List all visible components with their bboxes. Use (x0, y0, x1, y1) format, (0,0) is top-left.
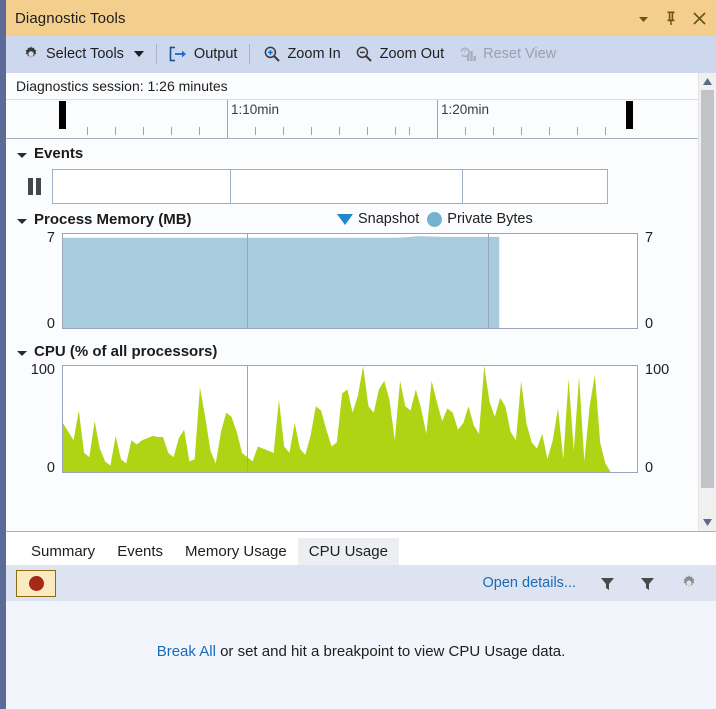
timeline-marker-end[interactable] (626, 101, 633, 129)
cpu-plot[interactable] (62, 365, 638, 473)
zoom-in-icon (262, 45, 281, 64)
cpu-axis-max-right: 100 (645, 362, 670, 378)
collapse-triangle-icon (17, 350, 27, 356)
cpu-chart-row: 100 0 100 0 (6, 362, 698, 476)
window-title: Diagnostic Tools (15, 9, 126, 27)
cpu-usage-toolbar: Open details... (6, 565, 716, 601)
session-label: Diagnostics session: 1:26 minutes (16, 78, 228, 94)
cpu-title: CPU (% of all processors) (34, 342, 218, 360)
chevron-down-icon (133, 51, 144, 57)
record-dot-icon (28, 575, 44, 591)
legend-label-snapshot: Snapshot (358, 211, 420, 227)
collapse-triangle-icon (17, 218, 27, 224)
memory-axis-right: 7 0 (638, 230, 698, 332)
reset-view-icon: ? (458, 45, 477, 64)
cpu-axis-min-right: 0 (645, 459, 654, 476)
collapse-triangle-icon (17, 152, 27, 158)
toolbar-separator (249, 44, 251, 64)
graph-pane: Diagnostics session: 1:26 minutes 1:10mi… (6, 73, 698, 531)
private-bytes-dot-icon (427, 211, 443, 227)
output-icon (169, 45, 188, 64)
events-section-header[interactable]: Events (6, 139, 698, 167)
memory-plot[interactable] (62, 233, 638, 329)
memory-axis-max: 7 (46, 230, 55, 246)
break-all-link[interactable]: Break All (157, 643, 216, 660)
tab-cpu-usage[interactable]: CPU Usage (297, 538, 399, 565)
svg-text:?: ? (462, 46, 467, 55)
pause-icon[interactable] (28, 177, 41, 195)
memory-axis-max-right: 7 (645, 230, 654, 246)
tab-strip: Summary Events Memory Usage CPU Usage (6, 532, 716, 565)
memory-axis-min-right: 0 (645, 315, 654, 332)
ruler-label: 1:20min (441, 102, 490, 117)
scroll-up-icon[interactable] (699, 73, 716, 90)
cpu-axis-min: 0 (46, 459, 55, 476)
title-bar: Diagnostic Tools (6, 0, 716, 36)
process-memory-title: Process Memory (MB) (34, 210, 192, 228)
gear-icon[interactable] (674, 568, 704, 598)
toolbar-separator (155, 44, 157, 64)
events-track[interactable] (52, 168, 608, 204)
open-details-link[interactable]: Open details... (483, 575, 577, 591)
memory-area-chart (63, 236, 500, 328)
output-button[interactable]: Output (162, 40, 245, 68)
select-tools-button[interactable]: Select Tools (14, 40, 151, 68)
zoom-out-button[interactable]: Zoom Out (348, 40, 451, 68)
memory-chart-row: 7 0 7 0 (6, 230, 698, 332)
toolbar: Select Tools Output Zoom In Zoom Out ? R… (6, 36, 716, 73)
memory-axis-min: 0 (46, 315, 55, 332)
events-row (6, 167, 698, 205)
timeline-marker-start[interactable] (59, 101, 66, 129)
zoom-in-button[interactable]: Zoom In (255, 40, 347, 68)
process-memory-section-header[interactable]: Process Memory (MB) Snapshot Private Byt… (6, 205, 698, 233)
scroll-down-icon[interactable] (699, 514, 716, 531)
graph-scrollbar[interactable] (698, 73, 716, 531)
gear-icon (21, 45, 40, 64)
cpu-usage-panel: Break All or set and hit a breakpoint to… (6, 601, 716, 709)
cpu-area-chart (63, 366, 637, 472)
reset-view-button[interactable]: ? Reset View (451, 40, 563, 68)
close-icon[interactable] (686, 3, 712, 33)
legend-label-private-bytes: Private Bytes (447, 211, 533, 227)
session-info: Diagnostics session: 1:26 minutes (6, 73, 698, 100)
cpu-axis-right: 100 0 (638, 362, 698, 476)
title-bar-buttons (630, 0, 712, 36)
diagnostic-tools-window: Diagnostic Tools Select Tools Output Zoo… (6, 0, 716, 709)
memory-legend: Snapshot Private Bytes (337, 205, 533, 233)
pin-icon[interactable] (658, 3, 684, 33)
chevron-down-icon[interactable] (630, 3, 656, 33)
snapshot-triangle-icon (337, 213, 353, 225)
legend-item-private-bytes: Private Bytes (427, 211, 533, 227)
cpu-usage-message-rest: or set and hit a breakpoint to view CPU … (215, 643, 566, 660)
timeline-ruler[interactable]: 1:10min 1:20min (6, 100, 698, 139)
memory-axis-left: 7 0 (6, 230, 62, 332)
output-label: Output (193, 46, 238, 62)
tab-events[interactable]: Events (106, 538, 174, 565)
tab-summary[interactable]: Summary (20, 538, 106, 565)
filter-icon[interactable] (592, 568, 622, 598)
zoom-out-label: Zoom Out (379, 46, 445, 62)
scrollbar-thumb[interactable] (701, 90, 714, 488)
graph-area: Diagnostics session: 1:26 minutes 1:10mi… (6, 73, 716, 532)
filter-icon[interactable] (632, 568, 662, 598)
reset-view-label: Reset View (483, 46, 557, 62)
ruler-label: 1:10min (231, 102, 280, 117)
legend-item-snapshot: Snapshot (337, 211, 419, 227)
tab-memory-usage[interactable]: Memory Usage (174, 538, 298, 565)
cpu-usage-message: Break All or set and hit a breakpoint to… (157, 643, 566, 709)
scrollbar-track[interactable] (699, 488, 716, 514)
events-title: Events (34, 144, 84, 162)
cpu-axis-max: 100 (30, 362, 55, 378)
cpu-axis-left: 100 0 (6, 362, 62, 476)
cpu-section-header[interactable]: CPU (% of all processors) (6, 337, 698, 365)
zoom-in-label: Zoom In (287, 46, 341, 62)
zoom-out-icon (355, 45, 374, 64)
select-tools-label: Select Tools (46, 46, 124, 62)
record-button[interactable] (16, 569, 56, 597)
